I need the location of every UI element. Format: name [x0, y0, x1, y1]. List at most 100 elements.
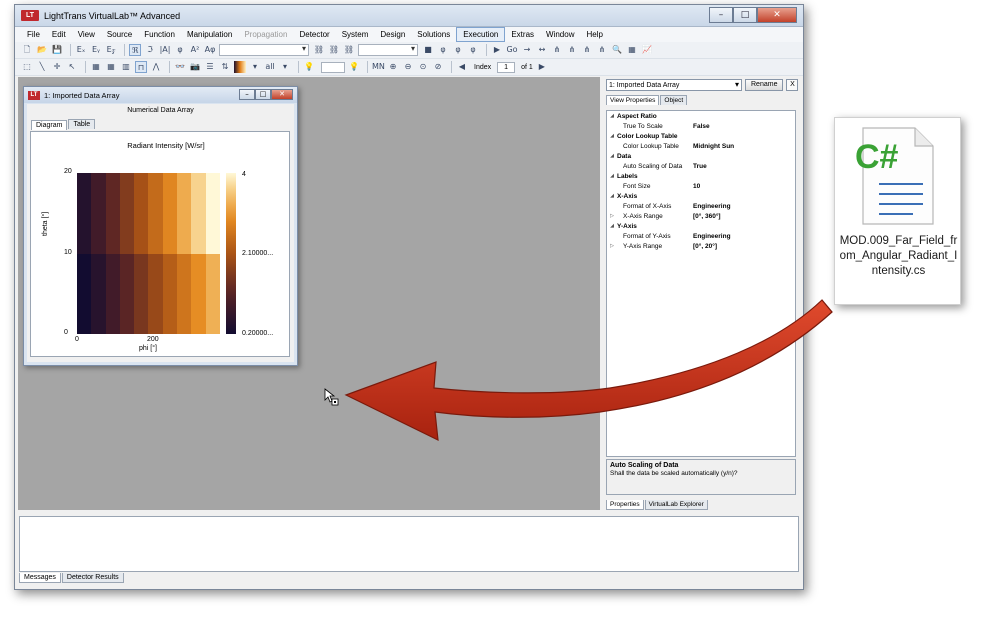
false-color-icon[interactable]: ⊓ [135, 61, 147, 73]
property-row[interactable]: ▷ X-Axis Range [0°, 360°] [607, 211, 795, 221]
field-selector-combo[interactable] [219, 44, 309, 56]
csharp-file-icon[interactable]: C# [853, 124, 941, 228]
open-folder-icon[interactable]: 📂 [36, 44, 48, 56]
menu-item-edit[interactable]: Edit [46, 28, 72, 41]
unlink-icon[interactable]: ⛓ [343, 44, 355, 56]
menu-item-execution[interactable]: Execution [456, 27, 506, 42]
rename-button[interactable]: Rename [745, 79, 784, 91]
collapse-triangle-icon[interactable]: ◢ [607, 173, 617, 179]
property-value[interactable]: 10 [693, 183, 700, 190]
dropdown-arrow-icon[interactable]: ▾ [279, 61, 291, 73]
property-value[interactable]: Midnight Sun [693, 143, 734, 150]
property-row[interactable]: Color Lookup Table Midnight Sun [607, 141, 795, 151]
view-grid-icon[interactable]: ▦ [105, 61, 117, 73]
merge-icon[interactable]: ⋔ [566, 44, 578, 56]
tab-detector-results[interactable]: Detector Results [61, 573, 124, 583]
zoom-out-icon[interactable]: ⊖ [402, 61, 414, 73]
stack-icon[interactable]: ☰ [204, 61, 216, 73]
menu-item-extras[interactable]: Extras [505, 28, 540, 41]
field-ex-icon[interactable]: Eₓ [75, 44, 87, 56]
filter-settings-icon[interactable]: φ [467, 44, 479, 56]
property-category[interactable]: ◢ Data [607, 151, 795, 161]
camera-icon[interactable]: 📷 [189, 61, 201, 73]
child-close-button[interactable]: ✕ [271, 89, 293, 100]
view-split-icon[interactable]: ▥ [120, 61, 132, 73]
profile-icon[interactable]: ⋀ [150, 61, 162, 73]
title-bar[interactable]: LT LightTrans VirtualLab™ Advanced – □ ✕ [15, 5, 803, 27]
maximize-button[interactable]: □ [733, 7, 757, 23]
index-input[interactable]: 1 [497, 61, 516, 73]
phase-icon[interactable]: φ [174, 44, 186, 56]
property-value[interactable]: [0°, 360°] [693, 213, 721, 220]
zoom-combo[interactable] [358, 44, 418, 56]
zoom-fit-icon[interactable]: ⊙ [417, 61, 429, 73]
property-value[interactable]: Engineering [693, 203, 731, 210]
tree-icon[interactable]: ⋔ [596, 44, 608, 56]
expand-triangle-icon[interactable]: ▷ [607, 213, 617, 219]
crosshair-icon[interactable]: ✛ [51, 61, 63, 73]
document-selector[interactable]: 1: Imported Data Array [606, 79, 742, 91]
menu-item-system[interactable]: System [336, 28, 375, 41]
menu-item-view[interactable]: View [72, 28, 101, 41]
menu-item-propagation[interactable]: Propagation [238, 28, 293, 41]
menu-item-function[interactable]: Function [138, 28, 181, 41]
color-lookup-icon[interactable] [234, 61, 246, 73]
property-category[interactable]: ◢ Labels [607, 171, 795, 181]
menu-item-detector[interactable]: Detector [293, 28, 335, 41]
arrow-both-icon[interactable]: ↔ [536, 44, 548, 56]
line-icon[interactable]: ╲ [36, 61, 48, 73]
real-part-icon[interactable]: ℜ [129, 44, 141, 56]
property-row[interactable]: Format of Y-Axis Engineering [607, 231, 795, 241]
property-row[interactable]: ▷ Y-Axis Range [0°, 20°] [607, 241, 795, 251]
messages-panel[interactable] [19, 516, 799, 572]
menu-item-source[interactable]: Source [101, 28, 138, 41]
property-category[interactable]: ◢ Color Lookup Table [607, 131, 795, 141]
new-file-icon[interactable]: 🗋 [21, 44, 33, 56]
arrow-right-icon[interactable]: → [521, 44, 533, 56]
dropdown-arrow-icon[interactable]: ▾ [249, 61, 261, 73]
tab-messages[interactable]: Messages [19, 573, 61, 583]
collapse-triangle-icon[interactable]: ◢ [607, 193, 617, 199]
bulb-off-icon[interactable]: 💡 [348, 61, 360, 73]
field-ey-icon[interactable]: Eᵧ [90, 44, 102, 56]
amplitude-icon[interactable]: |A| [159, 44, 171, 56]
zoom-reset-icon[interactable]: ⊘ [432, 61, 444, 73]
csharp-file-card[interactable]: C# MOD.009_Far_Field_from_Angular_Radian… [834, 117, 961, 305]
tab-virtuallab-explorer[interactable]: VirtualLab Explorer [644, 500, 708, 510]
collapse-triangle-icon[interactable]: ◢ [607, 153, 617, 159]
minimize-button[interactable]: – [709, 7, 733, 23]
zoom-in-icon[interactable]: ⊕ [387, 61, 399, 73]
tab-properties[interactable]: Properties [606, 500, 644, 510]
property-category[interactable]: ◢ X-Axis [607, 191, 795, 201]
menu-item-window[interactable]: Window [540, 28, 580, 41]
collapse-triangle-icon[interactable]: ◢ [607, 223, 617, 229]
all-colors-icon[interactable]: all [264, 61, 276, 73]
close-button[interactable]: ✕ [757, 7, 797, 23]
filter-icon[interactable]: φ [437, 44, 449, 56]
next-icon[interactable]: ▶ [536, 61, 548, 73]
collapse-triangle-icon[interactable]: ◢ [607, 133, 617, 139]
property-row[interactable]: Font Size 10 [607, 181, 795, 191]
collapse-triangle-icon[interactable]: ◢ [607, 113, 617, 119]
menu-item-file[interactable]: File [21, 28, 46, 41]
branch-icon[interactable]: ⋔ [551, 44, 563, 56]
tab-diagram[interactable]: Diagram [31, 120, 68, 130]
imag-part-icon[interactable]: ℑ [144, 44, 156, 56]
grid-icon[interactable]: ▦ [626, 44, 638, 56]
link-icon[interactable]: ⛓ [313, 44, 325, 56]
property-row[interactable]: True To Scale False [607, 121, 795, 131]
property-value[interactable]: False [693, 123, 710, 130]
property-row[interactable]: Auto Scaling of Data True [607, 161, 795, 171]
menu-item-help[interactable]: Help [580, 28, 608, 41]
property-category[interactable]: ◢ Aspect Ratio [607, 111, 795, 121]
filter-options-icon[interactable]: φ [452, 44, 464, 56]
field-ez-icon[interactable]: E𝓏 [105, 44, 117, 56]
go-icon[interactable]: Go [506, 44, 518, 56]
bulb-icon[interactable]: 💡 [303, 61, 315, 73]
run-icon[interactable]: ▶ [491, 44, 503, 56]
pointer-icon[interactable]: ↖ [66, 61, 78, 73]
property-value[interactable]: Engineering [693, 233, 731, 240]
swap-icon[interactable]: ⇅ [219, 61, 231, 73]
intensity-icon[interactable]: A² [189, 44, 201, 56]
dock-close-button[interactable]: X [786, 79, 799, 91]
